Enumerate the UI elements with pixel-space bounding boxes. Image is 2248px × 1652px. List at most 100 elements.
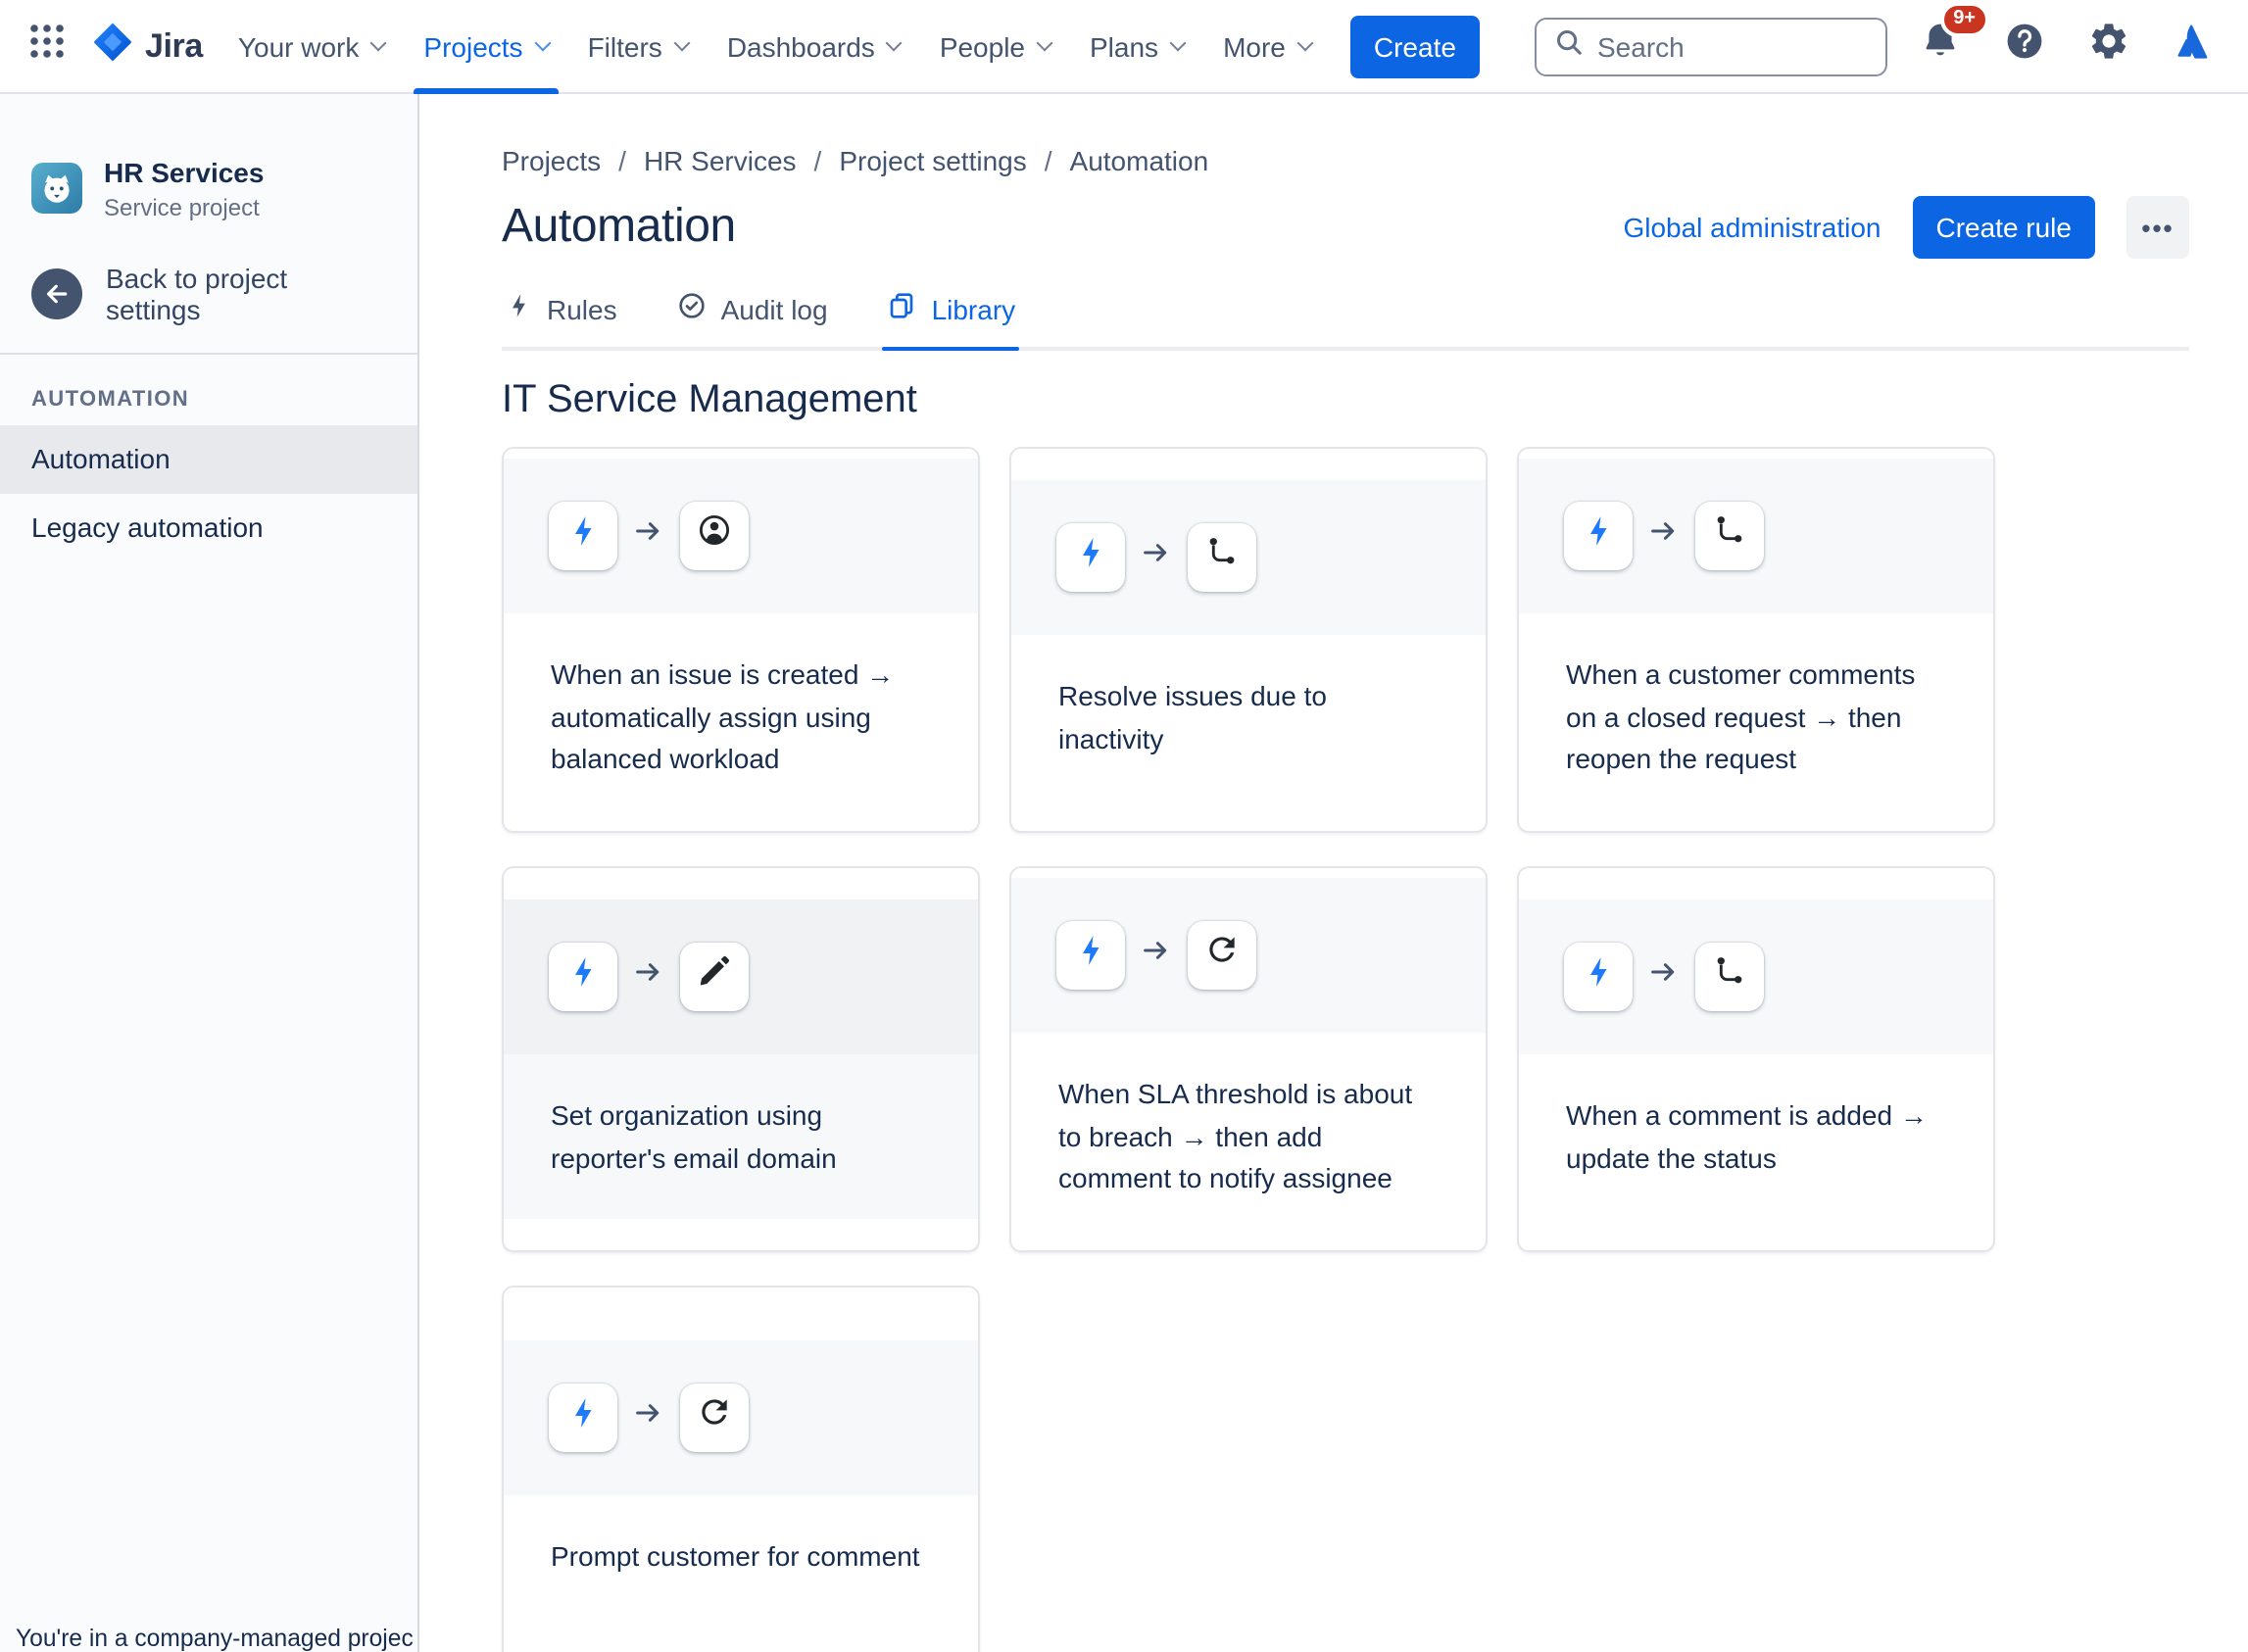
nav-item-people[interactable]: People [920,0,1070,93]
pencil-icon [696,953,733,1000]
branch-icon [1711,512,1748,559]
title-actions: Global administration Create rule ••• [1623,196,2189,259]
card-icon-strip [1011,877,1486,1033]
card-text: Prompt customer for comment [504,1494,978,1618]
sidebar-nav: Automation Legacy automation [0,424,417,561]
chevron-down-icon [1296,33,1314,51]
sidebar-section-label: AUTOMATION [31,387,190,411]
project-type: Service project [104,193,260,220]
trigger-icon-tile [1564,942,1633,1011]
nav-item-projects[interactable]: Projects [404,0,567,93]
template-card-prompt-customer[interactable]: Prompt customer for comment [502,1286,980,1652]
card-text: Resolve issues due to inactivity [1011,634,1486,801]
jira-logo[interactable]: Jira [78,19,219,73]
project-type-footer-note: You're in a company-managed project [16,1625,414,1652]
trigger-icon-tile [1564,501,1633,570]
help-button[interactable] [1993,15,2056,77]
search-icon [1554,26,1584,66]
card-text: When SLA threshold is about to breach → … [1011,1032,1486,1241]
nav-item-your-work[interactable]: Your work [219,0,405,93]
template-card-comment-update-status[interactable]: When a comment is added → update the sta… [1517,866,1995,1252]
arrow-right-icon [635,517,662,555]
global-search[interactable] [1535,17,1887,75]
card-icon-strip [1519,899,1993,1054]
breadcrumb-automation[interactable]: Automation [1070,141,1209,180]
breadcrumb-separator: / [813,145,822,176]
breadcrumb-projects[interactable]: Projects [502,141,601,180]
template-card-balanced-workload[interactable]: When an issue is created → automatically… [502,447,980,833]
back-arrow-icon [31,267,82,318]
card-text: Set organization using reporter's email … [504,1053,978,1220]
breadcrumb-project-settings[interactable]: Project settings [839,141,1026,180]
help-icon [2003,20,2046,73]
sidebar-item-legacy-automation[interactable]: Legacy automation [0,493,417,561]
template-card-sla-breach-comment[interactable]: When SLA threshold is about to breach → … [1009,866,1488,1252]
global-administration-link[interactable]: Global administration [1623,212,1881,243]
template-card-reopen-request[interactable]: When a customer comments on a closed req… [1517,447,1995,833]
lightning-icon [565,954,601,999]
action-icon-tile [680,501,749,570]
jira-wordmark: Jira [145,26,203,64]
card-icon-strip [504,899,978,1054]
project-title-block: HR Services Service project [104,157,264,220]
card-text: When an issue is created → automatically… [504,612,978,822]
settings-button[interactable] [2077,15,2140,77]
refresh-icon [696,1393,733,1440]
sidebar-item-automation[interactable]: Automation [0,424,417,493]
notifications-button[interactable]: 9+ [1909,1,1989,77]
atlassian-icon [2172,20,2215,73]
main-content: Projects / HR Services / Project setting… [419,94,2248,1652]
chevron-down-icon [1036,33,1053,51]
automation-tabs: Rules Audit log Library [502,278,2189,351]
template-card-resolve-inactivity[interactable]: Resolve issues due to inactivity [1009,447,1488,833]
card-text: When a comment is added → update the sta… [1519,1053,1993,1220]
create-button[interactable]: Create [1349,15,1480,77]
breadcrumb-hr-services[interactable]: HR Services [644,141,797,180]
grid-icon [27,22,67,71]
breadcrumb-separator: / [618,145,626,176]
tab-library[interactable]: Library [882,278,1020,351]
app-switcher-button[interactable] [16,15,78,77]
nav-item-plans[interactable]: Plans [1070,0,1203,93]
arrow-right-icon [1143,539,1170,576]
card-icon-strip [504,1339,978,1495]
card-text: When a customer comments on a closed req… [1519,612,1993,822]
project-name: HR Services [104,157,265,188]
trigger-icon-tile [1056,522,1125,592]
chevron-down-icon [534,33,552,51]
pages-icon [887,290,918,327]
action-icon-tile [1188,920,1256,990]
arrow-right-icon [635,958,662,996]
branch-icon [1203,534,1241,581]
atlassian-app-button[interactable] [2162,15,2224,77]
nav-item-dashboards[interactable]: Dashboards [708,0,920,93]
primary-nav: Your work Projects Filters Dashboards Pe… [219,0,1331,93]
lightning-icon [565,513,601,559]
template-card-set-organization[interactable]: Set organization using reporter's email … [502,866,980,1252]
nav-right-cluster: 9+ [1535,1,2224,77]
assignee-icon [696,512,733,559]
chevron-down-icon [1169,33,1187,51]
more-actions-button[interactable]: ••• [2126,196,2189,259]
jira-app: Jira Your work Projects Filters Dashboar… [0,0,2248,1652]
trigger-icon-tile [1056,920,1125,990]
section-title: IT Service Management [502,378,917,421]
notification-badge: 9+ [1939,1,1989,36]
nav-item-more[interactable]: More [1203,0,1331,93]
create-rule-button[interactable]: Create rule [1912,196,2095,259]
chevron-down-icon [886,33,904,51]
lightning-icon [565,1394,601,1439]
arrow-right-icon [1650,958,1678,996]
gear-icon [2087,20,2130,73]
back-to-project-settings-button[interactable]: Back to project settings [0,236,417,352]
tab-rules[interactable]: Rules [502,278,621,347]
nav-item-filters[interactable]: Filters [568,0,708,93]
search-input[interactable] [1597,30,1868,62]
refresh-icon [1203,932,1241,979]
title-row: Automation Global administration Create … [502,196,2189,259]
trigger-icon-tile [549,942,617,1011]
action-icon-tile [1695,501,1764,570]
page-title: Automation [502,200,736,253]
tab-audit-log[interactable]: Audit log [672,278,832,347]
template-card-grid: When an issue is created → automatically… [502,447,2189,1652]
